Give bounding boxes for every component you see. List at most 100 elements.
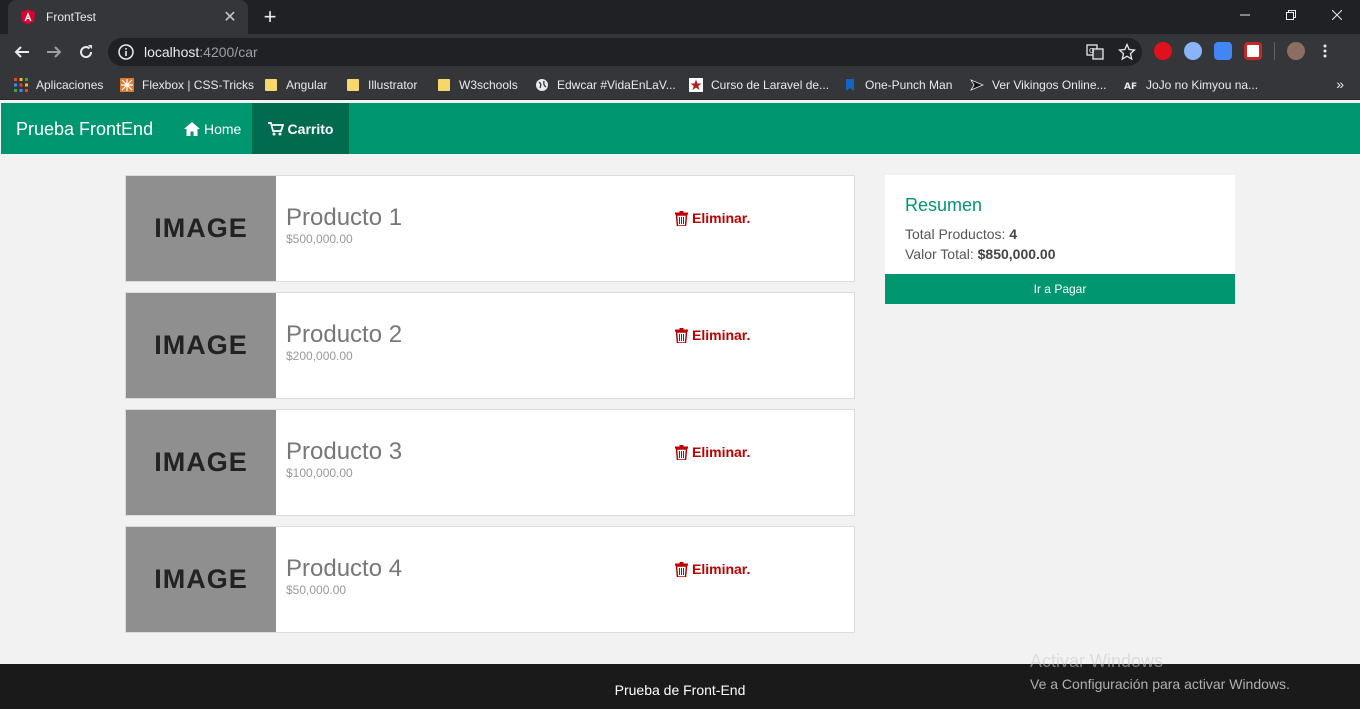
total-value-line: Valor Total: $850,000.00 (905, 246, 1056, 262)
nav-cart-link[interactable]: Carrito (252, 103, 349, 154)
tab-title: FrontTest (46, 10, 97, 24)
bookmarks-overflow-icon[interactable]: » (1336, 76, 1344, 92)
image-placeholder-text: IMAGE (154, 447, 248, 477)
trash-icon (675, 561, 688, 577)
bookmark-angular[interactable]: Angular (264, 76, 327, 94)
minimize-icon[interactable] (1222, 0, 1268, 30)
product-image: IMAGE (126, 527, 276, 632)
back-arrow-icon[interactable] (10, 40, 34, 64)
bookmark-vikingos[interactable]: Ver Vikingos Online... (970, 76, 1107, 94)
pen-icon (970, 79, 984, 91)
reload-icon[interactable] (74, 40, 98, 64)
windows-activation-watermark: Activar Windows Ve a Configuración para … (1030, 651, 1290, 692)
profile-avatar[interactable] (1287, 42, 1305, 60)
cart-item: IMAGE Producto 4 $50,000.00 Eliminar. (125, 526, 855, 633)
tab-close-icon[interactable]: ✕ (222, 7, 238, 27)
remove-item-label: Eliminar. (692, 444, 751, 460)
product-image: IMAGE (126, 293, 276, 398)
toolbar-divider (1274, 42, 1275, 60)
address-bar[interactable]: localhost:4200/car G (108, 38, 1142, 66)
home-icon (184, 121, 200, 136)
image-placeholder-text: IMAGE (154, 330, 248, 360)
watermark-title: Activar Windows (1030, 651, 1164, 671)
circle-extension-icon[interactable] (1184, 42, 1202, 60)
svg-text:G: G (1089, 47, 1094, 55)
remove-item-label: Eliminar. (692, 327, 751, 343)
browser-tabstrip: FrontTest ✕ + (0, 0, 1360, 34)
app-navbar: Prueba FrontEnd Home Carrito (1, 103, 1360, 154)
total-value-label: Valor Total: (905, 246, 974, 262)
product-price: $100,000.00 (286, 466, 353, 480)
nav-cart-label: Carrito (287, 120, 334, 137)
af-icon: AF (1124, 78, 1138, 92)
url-path: :4200/car (199, 44, 258, 60)
total-value-amount: $850,000.00 (977, 246, 1056, 262)
bookmarks-bar: Aplicaciones Flexbox | CSS-Tricks Angula… (0, 70, 1360, 100)
remove-item-button[interactable]: Eliminar. (675, 561, 750, 577)
bookmark-jojo[interactable]: AF JoJo no Kimyou na... (1124, 76, 1258, 94)
product-name: Producto 2 (286, 321, 403, 348)
bookmark-flexbox[interactable]: Flexbox | CSS-Tricks (120, 76, 254, 94)
browser-tab[interactable]: FrontTest ✕ (8, 0, 248, 34)
nav-home-link[interactable]: Home (181, 103, 244, 154)
remove-item-button[interactable]: Eliminar. (675, 444, 750, 460)
folder-icon (265, 79, 277, 91)
angular-favicon-icon (21, 9, 35, 25)
new-tab-icon[interactable]: + (260, 4, 280, 30)
svg-text:AF: AF (1124, 82, 1137, 92)
product-image: IMAGE (126, 176, 276, 281)
watermark-subtitle: Ve a Configuración para activar Windows. (1030, 676, 1290, 692)
cart-icon (267, 121, 284, 135)
total-products-line: Total Productos: 4 (905, 226, 1017, 242)
product-price: $50,000.00 (286, 583, 347, 597)
google-translate-extension-icon[interactable] (1214, 42, 1232, 60)
total-products-label: Total Productos: (905, 226, 1006, 242)
star-logo-icon (689, 78, 703, 92)
image-placeholder-text: IMAGE (154, 564, 248, 594)
info-icon[interactable] (118, 44, 134, 60)
image-placeholder-text: IMAGE (154, 213, 248, 243)
bookmark-icon (846, 79, 854, 91)
forward-arrow-icon[interactable] (42, 40, 66, 64)
bookmark-laravel[interactable]: Curso de Laravel de... (689, 76, 829, 94)
bookmark-apps[interactable]: Aplicaciones (14, 76, 103, 94)
translate-icon[interactable]: G (1086, 43, 1104, 61)
bookmark-one-punch[interactable]: One-Punch Man (843, 76, 952, 94)
total-products-value: 4 (1009, 226, 1018, 242)
folder-icon (438, 79, 450, 91)
product-price: $500,000.00 (286, 232, 353, 246)
css-tricks-icon (120, 78, 134, 92)
folder-icon (347, 79, 359, 91)
bookmark-w3schools[interactable]: W3schools (437, 76, 518, 94)
nav-home-label: Home (204, 120, 242, 137)
product-price: $200,000.00 (286, 349, 353, 363)
app-page: Prueba FrontEnd Home Carrito IMAGE Produ… (0, 103, 1360, 709)
bookmark-edwcar[interactable]: Edwcar #VidaEnLaV... (535, 76, 676, 94)
extension-icons (1154, 42, 1333, 60)
browser-toolbar: localhost:4200/car G (0, 34, 1360, 70)
window-controls (1222, 0, 1360, 30)
apps-grid-icon (14, 78, 28, 92)
close-window-icon[interactable] (1314, 0, 1360, 30)
cart-item: IMAGE Producto 1 $500,000.00 Eliminar. (125, 175, 855, 282)
cart-item: IMAGE Producto 2 $200,000.00 Eliminar. (125, 292, 855, 399)
product-name: Producto 3 (286, 438, 403, 465)
remove-item-button[interactable]: Eliminar. (675, 210, 750, 226)
restore-icon[interactable] (1268, 0, 1314, 30)
brand-link[interactable]: Prueba FrontEnd (16, 119, 153, 140)
adblock-extension-icon[interactable] (1154, 42, 1172, 60)
red-box-extension-icon[interactable] (1244, 42, 1262, 60)
product-image: IMAGE (126, 410, 276, 515)
trash-icon (675, 327, 688, 343)
trash-icon (675, 210, 688, 226)
browser-menu-icon[interactable] (1317, 43, 1333, 59)
globe-icon (536, 79, 548, 91)
remove-item-button[interactable]: Eliminar. (675, 327, 750, 343)
remove-item-label: Eliminar. (692, 210, 751, 226)
bookmark-illustrator[interactable]: Illustrator (346, 76, 417, 94)
checkout-button[interactable]: Ir a Pagar (885, 274, 1235, 304)
bookmark-star-icon[interactable] (1118, 43, 1136, 61)
product-name: Producto 1 (286, 204, 403, 231)
order-summary: Resumen Total Productos: 4 Valor Total: … (885, 175, 1235, 304)
url-host: localhost (144, 44, 200, 60)
